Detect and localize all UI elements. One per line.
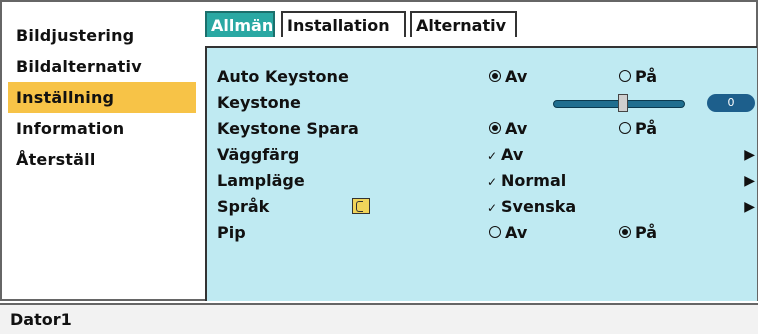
- tab-allman[interactable]: Allmän: [205, 11, 275, 37]
- sprak-label: Språk: [217, 197, 270, 216]
- sprak-value: ✓ Svenska: [487, 194, 576, 221]
- sidebar-item-installning[interactable]: Inställning: [8, 82, 196, 113]
- vaggfarg-label: Väggfärg: [217, 145, 300, 164]
- keystone-spara-label: Keystone Spara: [217, 119, 359, 138]
- keystone-value: 0: [707, 94, 755, 112]
- pip-off-option[interactable]: Av: [489, 220, 527, 246]
- input-source-label: Dator1: [10, 310, 72, 329]
- radio-unselected-icon: [489, 225, 501, 238]
- checkmark-icon: ✓: [487, 149, 498, 163]
- checkmark-icon: ✓: [487, 201, 498, 215]
- vaggfarg-value: ✓ Av: [487, 142, 523, 169]
- tab-alternativ[interactable]: Alternativ: [410, 11, 517, 37]
- pip-label: Pip: [217, 223, 246, 242]
- radio-unselected-icon: [619, 69, 631, 82]
- setting-row-pip[interactable]: Pip Av På: [207, 220, 758, 246]
- submenu-arrow-icon[interactable]: ▶: [744, 194, 755, 220]
- submenu-arrow-icon[interactable]: ▶: [744, 142, 755, 168]
- sidebar-item-bildalternativ[interactable]: Bildalternativ: [8, 51, 196, 82]
- auto-keystone-off-option[interactable]: Av: [489, 64, 527, 90]
- radio-unselected-icon: [619, 121, 631, 134]
- pip-on-option[interactable]: På: [619, 220, 657, 246]
- sidebar: Bildjustering Bildalternativ Inställning…: [8, 20, 196, 175]
- radio-selected-icon: [489, 121, 501, 134]
- status-bar: Dator1: [0, 303, 758, 334]
- sidebar-item-bildjustering[interactable]: Bildjustering: [8, 20, 196, 51]
- language-icon: [352, 198, 370, 214]
- radio-selected-icon: [489, 69, 501, 82]
- lamplage-label: Lampläge: [217, 171, 305, 190]
- settings-panel: Auto Keystone Av På Keystone 0 Keystone …: [205, 46, 757, 301]
- setting-row-auto-keystone[interactable]: Auto Keystone Av På: [207, 64, 758, 90]
- setting-row-vaggfarg[interactable]: Väggfärg ✓ Av ▶: [207, 142, 758, 168]
- keystone-label: Keystone: [217, 93, 301, 112]
- setting-row-keystone[interactable]: Keystone 0: [207, 90, 758, 116]
- tab-installation[interactable]: Installation: [281, 11, 406, 37]
- auto-keystone-on-option[interactable]: På: [619, 64, 657, 90]
- keystone-spara-on-option[interactable]: På: [619, 116, 657, 142]
- lamplage-value: ✓ Normal: [487, 168, 566, 195]
- sidebar-item-information[interactable]: Information: [8, 113, 196, 144]
- keystone-spara-off-option[interactable]: Av: [489, 116, 527, 142]
- setting-row-lamplage[interactable]: Lampläge ✓ Normal ▶: [207, 168, 758, 194]
- checkmark-icon: ✓: [487, 175, 498, 189]
- radio-selected-icon: [619, 225, 631, 238]
- keystone-slider-thumb[interactable]: [618, 94, 628, 112]
- setting-row-keystone-spara[interactable]: Keystone Spara Av På: [207, 116, 758, 142]
- submenu-arrow-icon[interactable]: ▶: [744, 168, 755, 194]
- osd-menu: Bildjustering Bildalternativ Inställning…: [0, 0, 758, 301]
- sidebar-item-aterstall[interactable]: Återställ: [8, 144, 196, 175]
- auto-keystone-label: Auto Keystone: [217, 67, 349, 86]
- setting-row-sprak[interactable]: Språk ✓ Svenska ▶: [207, 194, 758, 220]
